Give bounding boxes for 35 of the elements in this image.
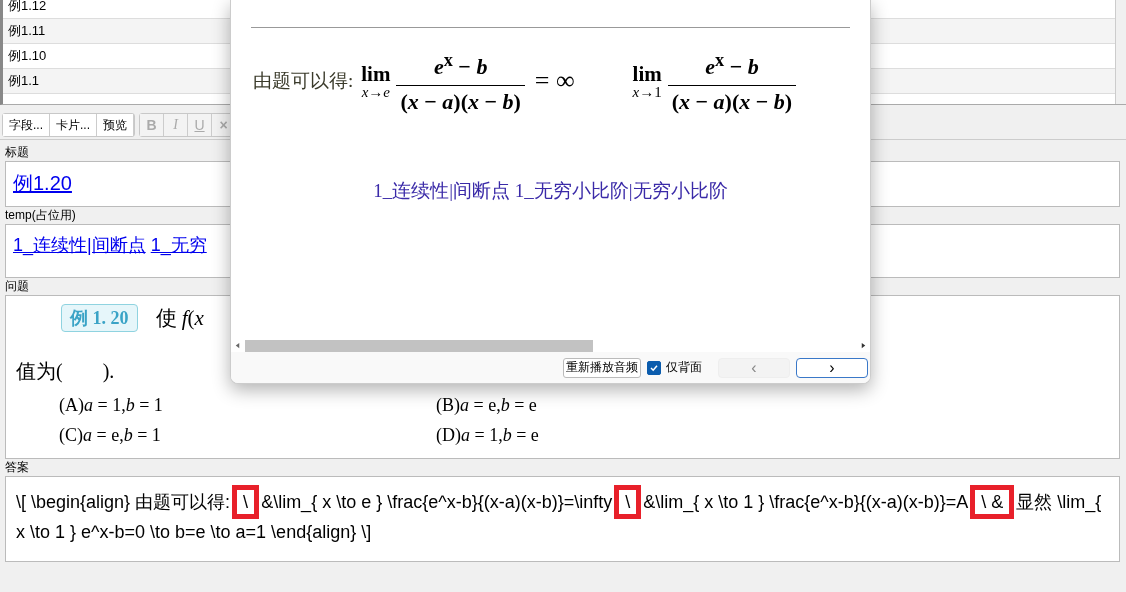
question-text: 使 f(x (155, 305, 204, 332)
tags-text: 1_连续性|间断点 1_无穷小比阶|无穷小比阶 (372, 179, 729, 204)
answer-option: (C)a = e,b = 1 (59, 425, 436, 446)
checkbox-label: 仅背面 (666, 359, 702, 376)
field-label: 答案 (5, 460, 30, 475)
answer-option: (A)a = 1,b = 1 (59, 395, 436, 416)
fraction: e$^{x}$ − b (x − a)(x − b) (667, 46, 797, 117)
field-label: 标题 (5, 145, 30, 160)
scrollbar[interactable] (231, 339, 870, 352)
fraction: e$^{x}$ − b (x − a)(x − b) (396, 46, 525, 117)
checkmark-icon (649, 362, 659, 373)
limit-operator: lim (632, 63, 662, 86)
field-label: 问题 (5, 279, 30, 294)
formula-lead-text: 由题可以得: (253, 69, 354, 94)
next-button[interactable]: › (796, 357, 868, 378)
scroll-right-icon[interactable] (860, 342, 867, 349)
example-badge: 例 1. 20 (61, 304, 138, 332)
formula-result: = ∞ (534, 66, 575, 97)
question-text: 值为( ). (16, 359, 115, 385)
scrollbar[interactable] (1115, 0, 1126, 104)
link[interactable]: 1_无穷 (150, 235, 207, 255)
checkbox[interactable] (647, 360, 661, 375)
limit-subscript: x→1 (632, 85, 662, 100)
limit-subscript: x→e (361, 85, 391, 100)
field-label: temp(占位用) (5, 208, 77, 223)
answer-option: (D)a = 1,b = e (436, 425, 736, 446)
link[interactable]: 例1.20 (13, 172, 72, 194)
text-field[interactable]: \[ \begin{align} 由题可以得: \ &\lim_{ x \to e } \frac{e^x-b}{(x-a)(x-b)}=\infty \ &\lim_{ x \to 1 } \frac{e^x-b}{(x-a)(x-b)}=A \ & 显然 \lim_{ x \to 1 } e^x-b=0 \to b=e \to a=1 \end{align} \] (5, 476, 1120, 562)
toolbar-button[interactable]: 字段... (3, 114, 50, 136)
replay-audio-button[interactable]: 重新播放音频 (563, 357, 641, 378)
limit-operator: lim (361, 63, 391, 86)
link[interactable]: 1_连续性|间断点 (13, 235, 146, 255)
answer-option: (B)a = e,b = e (436, 395, 736, 416)
answer-source-text: \[ \begin{align} 由题可以得: \ &\lim_{ x \to e } \frac{e^x-b}{(x-a)(x-b)}=\infty \ &\lim_{ x \to 1 } \frac{e^x-b}{(x-a)(x-b)}=A \ & 显然 \lim_{ x \to 1 } e^x-b=0 \to b=e \to a=1 \end{align} \] (16, 485, 1109, 546)
scroll-left-icon[interactable] (234, 342, 241, 349)
